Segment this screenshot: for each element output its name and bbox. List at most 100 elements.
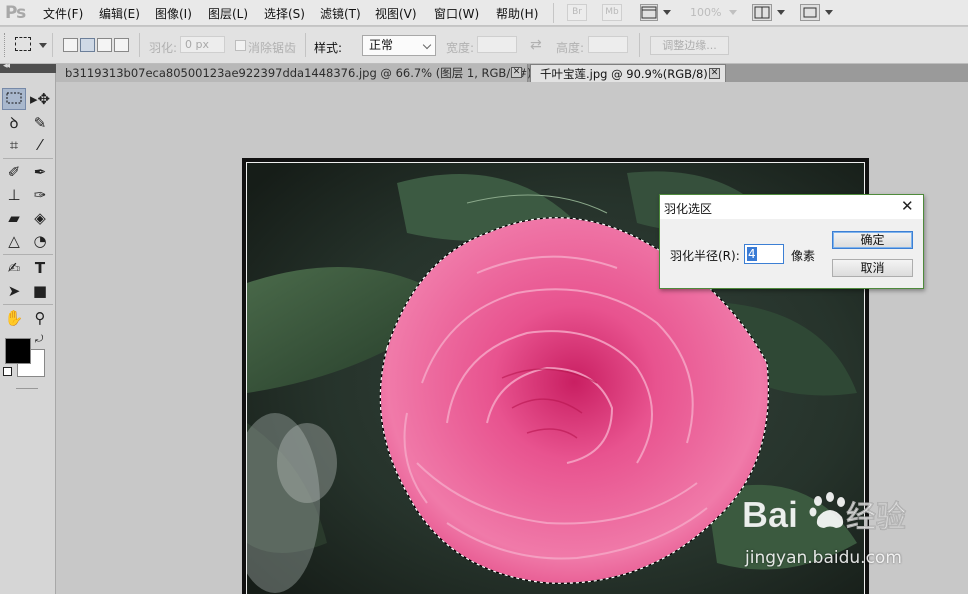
rectangle-shape-icon[interactable]: ■ xyxy=(28,280,52,302)
radius-unit-label: 像素 xyxy=(791,249,816,263)
cancel-button[interactable]: 取消 xyxy=(832,259,913,277)
dialog-title: 羽化选区 xyxy=(664,202,713,216)
menu-select[interactable]: 选择(S) xyxy=(264,5,305,22)
add-to-selection-icon[interactable] xyxy=(80,38,95,52)
feather-label: 羽化: xyxy=(149,41,178,55)
tab-label: 千叶宝莲.jpg @ 90.9%(RGB/8) xyxy=(540,67,708,81)
height-label: 高度: xyxy=(556,41,585,55)
menu-view[interactable]: 视图(V) xyxy=(375,5,417,22)
options-bar: 羽化: 0 px 消除锯齿 样式: 正常 宽度: ⇄ 高度: 调整边缘... xyxy=(0,27,968,64)
antialias-checkbox[interactable] xyxy=(235,40,246,51)
options-divider xyxy=(52,33,53,57)
chevron-down-icon[interactable] xyxy=(39,43,47,48)
baidu-jingyan-watermark: Bai 经验 xyxy=(742,487,917,539)
options-divider xyxy=(305,33,306,57)
toolbox-header[interactable]: ◂◂ xyxy=(0,61,56,73)
feather-selection-dialog: 羽化选区 ✕ 羽化半径(R): 4 像素 确定 取消 xyxy=(659,194,924,289)
menu-bar: Ps 文件(F) 编辑(E) 图像(I) 图层(L) 选择(S) 滤镜(T) 视… xyxy=(0,0,968,26)
grip-handle[interactable] xyxy=(4,33,7,57)
history-brush-icon[interactable]: ✑ xyxy=(28,184,52,206)
menu-image[interactable]: 图像(I) xyxy=(155,5,192,22)
width-input[interactable] xyxy=(477,36,517,53)
subtract-selection-icon[interactable] xyxy=(97,38,112,52)
document-tabs: b3119313b07eca80500123ae922397dda1448376… xyxy=(56,64,968,82)
menu-divider xyxy=(553,3,554,23)
new-selection-icon[interactable] xyxy=(63,38,78,52)
foreground-color-swatch[interactable] xyxy=(5,338,31,364)
chevron-down-icon[interactable] xyxy=(663,10,671,15)
path-selection-icon[interactable]: ➤ xyxy=(2,280,26,302)
height-input[interactable] xyxy=(588,36,628,53)
chevron-down-icon[interactable] xyxy=(777,10,785,15)
crop-tool-icon[interactable]: ⌗ xyxy=(2,134,26,156)
watermark-brand: Bai xyxy=(742,494,798,535)
baidu-paw-logo-icon: Bai 经验 xyxy=(742,492,906,535)
eyedropper-tool-icon[interactable]: ⁄ xyxy=(28,134,52,156)
zoom-tool-icon[interactable]: ⚲ xyxy=(28,307,52,329)
menu-window[interactable]: 窗口(W) xyxy=(434,5,479,22)
brush-tool-icon[interactable]: ✒ xyxy=(28,161,52,183)
move-tool-icon[interactable]: ▸✥ xyxy=(28,88,52,110)
style-select-value: 正常 xyxy=(369,38,394,52)
tab-label: b3119313b07eca80500123ae922397dda1448376… xyxy=(65,66,542,80)
menu-file[interactable]: 文件(F) xyxy=(43,5,83,22)
chevron-down-icon[interactable] xyxy=(729,10,737,15)
paint-bucket-icon[interactable]: ◈ xyxy=(28,207,52,229)
arrange-documents-icon[interactable] xyxy=(752,4,772,21)
menu-help[interactable]: 帮助(H) xyxy=(496,5,538,22)
style-select[interactable]: 正常 xyxy=(362,35,436,56)
toolbox-divider xyxy=(3,158,53,159)
menu-filter[interactable]: 滤镜(T) xyxy=(320,5,361,22)
toolbox-divider xyxy=(3,304,53,305)
pen-tool-icon[interactable]: ✍ xyxy=(2,257,26,279)
antialias-label: 消除锯齿 xyxy=(248,41,297,55)
options-divider xyxy=(639,33,640,57)
rect-marquee-tool[interactable] xyxy=(2,88,26,110)
menu-layer[interactable]: 图层(L) xyxy=(208,5,248,22)
clone-stamp-tool-icon[interactable]: ⊥ xyxy=(2,184,26,206)
quick-selection-tool-icon[interactable]: ✎ xyxy=(28,112,52,134)
dodge-tool-icon[interactable]: ◔ xyxy=(28,230,52,252)
watermark-url: jingyan.baidu.com xyxy=(745,548,902,568)
extras-icon[interactable] xyxy=(640,4,658,21)
rect-marquee-preset-icon[interactable] xyxy=(15,37,31,51)
default-colors-icon[interactable] xyxy=(3,367,12,376)
type-tool-icon[interactable]: T xyxy=(28,257,52,279)
chevron-down-icon[interactable] xyxy=(825,10,833,15)
mini-bridge-button[interactable]: Mb xyxy=(602,4,622,21)
menu-edit[interactable]: 编辑(E) xyxy=(99,5,140,22)
feather-radius-label: 羽化半径(R): xyxy=(670,249,740,263)
close-icon[interactable]: ✕ xyxy=(901,198,914,214)
lasso-tool-icon[interactable]: ꝺ xyxy=(2,112,26,134)
swap-width-height-icon[interactable]: ⇄ xyxy=(530,37,542,53)
chevron-down-icon xyxy=(422,40,432,50)
options-divider xyxy=(139,33,140,57)
blur-tool-icon[interactable]: △ xyxy=(2,230,26,252)
intersect-selection-icon[interactable] xyxy=(114,38,129,52)
toolbox-divider xyxy=(3,254,53,255)
tab-document-2[interactable]: 千叶宝莲.jpg @ 90.9%(RGB/8) ✕ xyxy=(530,64,726,82)
ok-button[interactable]: 确定 xyxy=(832,231,913,249)
collapse-icon[interactable]: ◂◂ xyxy=(3,61,10,71)
close-icon[interactable]: ✕ xyxy=(709,68,720,79)
eraser-tool-icon[interactable]: ▰ xyxy=(2,207,26,229)
toolbox: ◂◂ ▸✥ ꝺ ✎ ⌗ ⁄ ✐ ✒ ⊥ ✑ ▰ ◈ △ ◔ ✍ T ➤ ■ ✋ … xyxy=(0,61,56,594)
style-label: 样式: xyxy=(314,41,343,55)
watermark-brand-suffix: 经验 xyxy=(846,500,906,535)
bridge-button[interactable]: Br xyxy=(567,4,587,21)
photoshop-logo: Ps xyxy=(5,3,26,23)
feather-radius-value: 4 xyxy=(747,247,757,261)
close-icon[interactable]: ✕ xyxy=(511,67,522,78)
hand-tool-icon[interactable]: ✋ xyxy=(2,307,26,329)
feather-radius-input[interactable]: 4 xyxy=(744,244,784,264)
quick-mask-icon[interactable] xyxy=(16,388,38,389)
dialog-titlebar[interactable]: 羽化选区 ✕ xyxy=(660,195,923,219)
swap-colors-icon[interactable]: ⤾ xyxy=(35,334,43,345)
tab-document-1[interactable]: b3119313b07eca80500123ae922397dda1448376… xyxy=(56,64,541,82)
zoom-level[interactable]: 100% xyxy=(690,6,721,19)
feather-input[interactable]: 0 px xyxy=(180,36,225,53)
refine-edge-button[interactable]: 调整边缘... xyxy=(650,36,729,55)
screen-mode-icon[interactable] xyxy=(800,4,820,21)
width-label: 宽度: xyxy=(446,41,475,55)
spot-healing-brush-icon[interactable]: ✐ xyxy=(2,161,26,183)
